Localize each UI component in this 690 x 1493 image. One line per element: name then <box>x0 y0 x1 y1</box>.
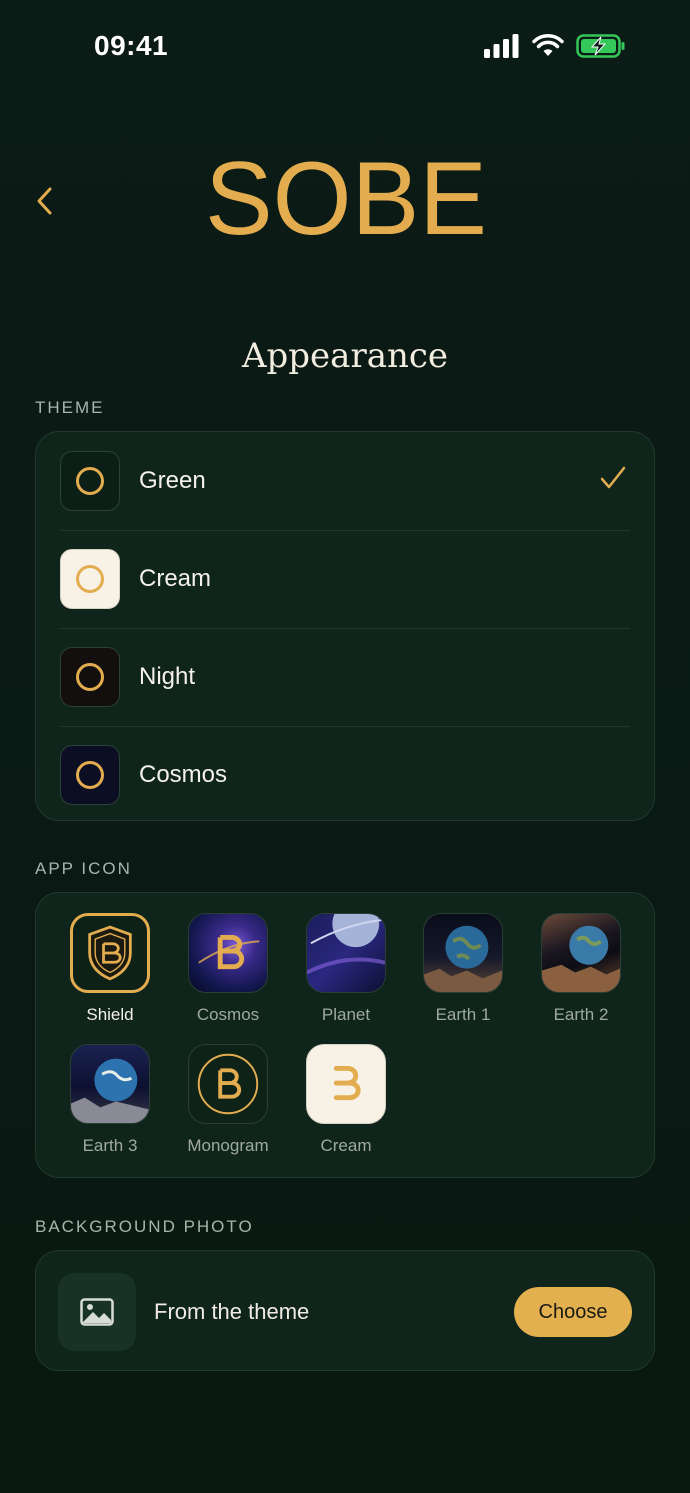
theme-swatch <box>60 549 120 609</box>
back-chevron-icon[interactable] <box>30 184 60 218</box>
circle-icon <box>76 565 104 593</box>
choose-button[interactable]: Choose <box>514 1287 632 1337</box>
app-icon-label: Monogram <box>187 1136 269 1155</box>
app-icon-cosmos[interactable]: Cosmos <box>173 913 283 1025</box>
sobe-logo: SOBE <box>205 141 487 257</box>
background-photo-value: From the theme <box>154 1299 310 1324</box>
image-icon <box>80 1298 114 1326</box>
battery-charging-icon <box>576 34 625 58</box>
checkmark-icon <box>600 466 626 489</box>
theme-section-label: THEME <box>35 398 105 417</box>
app-icon-label: Planet <box>321 1005 371 1024</box>
theme-option-cream[interactable]: Cream <box>36 530 654 628</box>
monogram-app-icon <box>188 1044 268 1124</box>
photo-placeholder <box>58 1273 136 1351</box>
wifi-icon <box>532 34 564 56</box>
status-time: 09:41 <box>94 30 169 61</box>
theme-name: Cream <box>139 565 212 592</box>
status-icons <box>484 34 626 58</box>
app-icon-section-label: APP ICON <box>35 859 132 878</box>
logo-text: SOBE <box>205 150 487 244</box>
circle-icon <box>76 663 104 691</box>
theme-option-cosmos[interactable]: Cosmos <box>36 726 654 824</box>
app-icon-earth-2[interactable]: Earth 2 <box>526 913 636 1025</box>
app-icon-earth-1[interactable]: Earth 1 <box>408 913 518 1025</box>
theme-swatch <box>60 647 120 707</box>
background-photo-section-label: BACKGROUND PHOTO <box>35 1217 254 1236</box>
app-icon-label: Shield <box>86 1005 134 1024</box>
app-icon-planet[interactable]: Planet <box>291 913 401 1025</box>
earth-app-icon <box>70 1044 150 1124</box>
status-bar: 09:41 <box>0 0 690 96</box>
appearance-screen: 09:41 SOBE Appearance THEME Green Cream … <box>0 0 690 1493</box>
theme-option-night[interactable]: Night <box>36 628 654 726</box>
theme-name: Night <box>139 663 196 690</box>
circle-icon <box>76 761 104 789</box>
app-icon-label: Cosmos <box>196 1005 260 1024</box>
theme-name: Cosmos <box>139 761 228 788</box>
planet-app-icon <box>306 913 386 993</box>
app-icon-shield[interactable]: Shield <box>55 913 165 1025</box>
app-icon-label: Earth 2 <box>553 1005 609 1024</box>
app-icon-earth-3[interactable]: Earth 3 <box>55 1044 165 1156</box>
shield-app-icon <box>70 913 150 993</box>
app-icon-monogram[interactable]: Monogram <box>173 1044 283 1156</box>
theme-swatch <box>60 451 120 511</box>
earth-app-icon <box>423 913 503 993</box>
theme-swatch <box>60 745 120 805</box>
app-icon-grid: Shield Cosmos Planet Earth 1 Earth 2 Ear… <box>35 892 655 1178</box>
theme-name: Green <box>139 467 206 494</box>
app-icon-label: Earth 1 <box>435 1005 491 1024</box>
cellular-signal-icon <box>484 34 519 58</box>
app-icon-label: Cream <box>320 1136 372 1155</box>
cosmos-app-icon <box>188 913 268 993</box>
theme-option-green[interactable]: Green <box>36 432 654 530</box>
app-icon-label: Earth 3 <box>82 1136 138 1155</box>
earth-app-icon <box>541 913 621 993</box>
page-title: Appearance <box>241 336 449 376</box>
app-icon-cream[interactable]: Cream <box>291 1044 401 1156</box>
circle-icon <box>76 467 104 495</box>
logo-wordmark: SOBE <box>205 141 487 257</box>
cream-app-icon <box>306 1044 386 1124</box>
theme-list: Green Cream Night Cosmos <box>35 431 655 821</box>
background-photo-card: From the theme Choose <box>35 1250 655 1371</box>
